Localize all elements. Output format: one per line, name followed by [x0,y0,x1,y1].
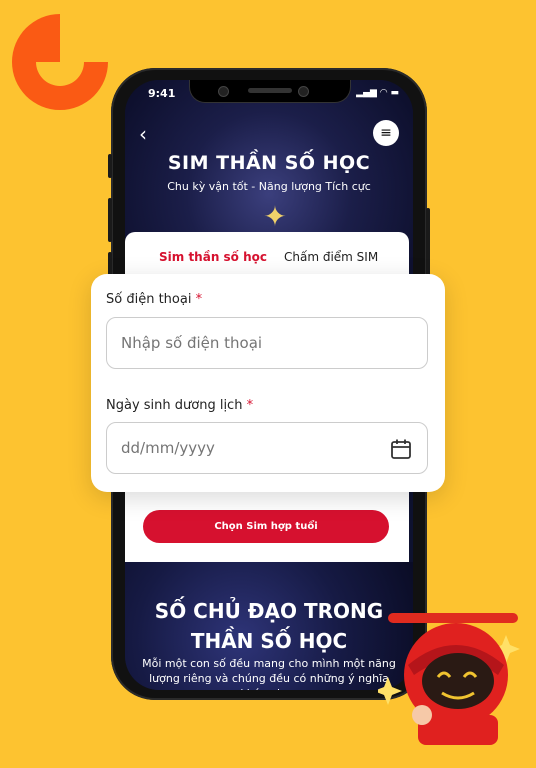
status-time: 9:41 [148,87,176,100]
page-subtitle: Chu kỳ vận tốt - Năng lượng Tích cực [167,180,371,193]
camera-dot [218,86,229,97]
status-icons: ▂▄▆ ◠ ▬ [356,88,399,98]
menu-icon[interactable]: ≡ [373,120,399,146]
phone-label-text: Số điện thoại [106,292,192,307]
tab-cham-diem-sim[interactable]: Chấm điểm SIM [284,250,378,264]
section-title-line1: SỐ CHỦ ĐẠO TRONG [154,599,384,623]
required-mark: * [246,398,254,413]
birthdate-label-text: Ngày sinh dương lịch [106,398,243,413]
phone-side-button [108,198,112,242]
phone-side-button [108,154,112,178]
phone-input[interactable] [106,317,428,369]
birthdate-label: Ngày sinh dương lịch * [106,398,253,413]
speaker-grille [248,88,292,93]
brand-logo [12,14,108,110]
section-title: SỐ CHỦ ĐẠO TRONG THẦN SỐ HỌC [125,596,413,656]
sensor-dot [298,86,309,97]
section-title-line2: THẦN SỐ HỌC [190,629,348,653]
back-arrow-icon[interactable]: ‹ [139,124,159,144]
tab-sim-than-so-hoc[interactable]: Sim thần số học [159,250,267,264]
notch [189,80,351,103]
birthdate-input[interactable] [106,422,428,474]
page-title: SIM THẦN SỐ HỌC [167,152,371,174]
section-description: Mỗi một con số đều mang cho mình một năn… [142,657,396,690]
choose-sim-button[interactable]: Chọn Sim hợp tuổi [143,510,389,543]
input-form-card: Số điện thoại * Ngày sinh dương lịch * [91,274,445,492]
star-icon: ✦ [263,200,287,233]
tab-bar: Sim thần số học Chấm điểm SIM [125,232,409,280]
mascot-illustration [378,613,520,745]
phone-power-button [426,208,430,278]
required-mark: * [195,292,203,307]
calendar-icon[interactable] [390,438,412,460]
numerology-section: SỐ CHỦ ĐẠO TRONG THẦN SỐ HỌC Mỗi một con… [125,562,413,690]
phone-label: Số điện thoại * [106,292,202,307]
